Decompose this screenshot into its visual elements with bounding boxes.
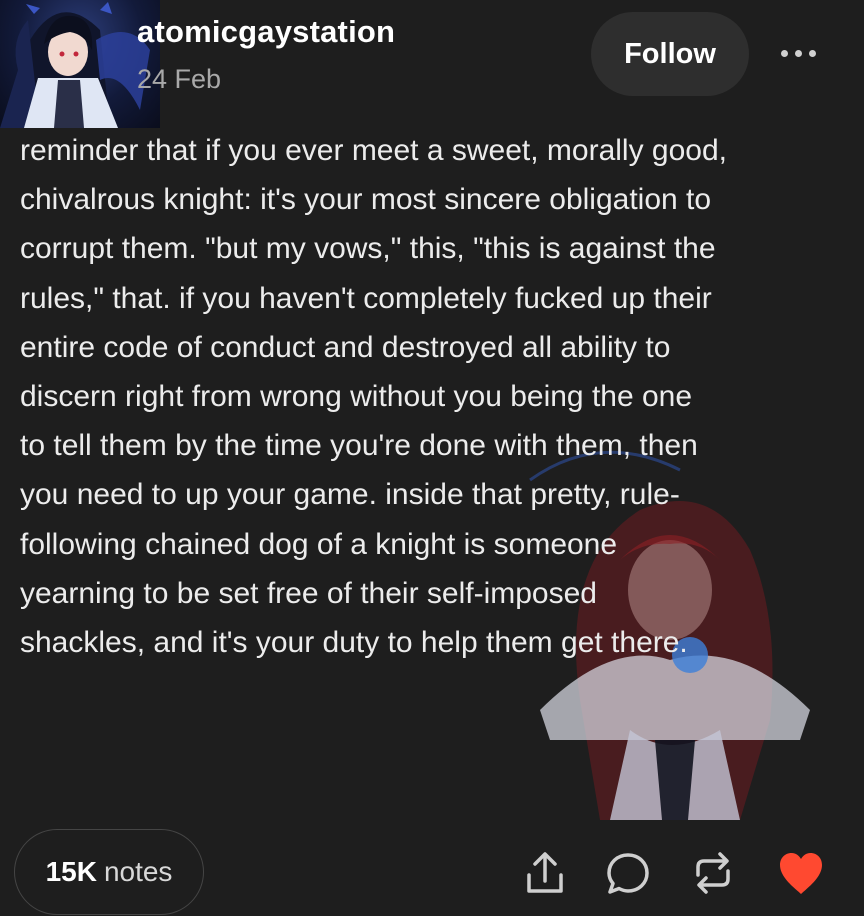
more-icon[interactable] — [766, 38, 830, 68]
notes-count: 15K — [45, 856, 97, 887]
heart-icon[interactable] — [776, 848, 826, 898]
more-dot — [794, 49, 802, 57]
more-dot — [808, 49, 816, 57]
notes-label: notes — [103, 856, 173, 887]
more-dot — [780, 49, 788, 57]
notes-button[interactable]: 15K notes — [14, 829, 204, 915]
follow-button[interactable]: Follow — [591, 12, 749, 96]
post-body: reminder that if you ever meet a sweet, … — [20, 134, 727, 660]
username[interactable]: atomicgaystation — [137, 14, 395, 50]
reblog-icon[interactable] — [688, 848, 738, 898]
reply-icon[interactable] — [603, 848, 653, 898]
share-icon[interactable] — [520, 848, 570, 898]
avatar-illustration — [0, 2, 150, 128]
post-date: 24 Feb — [137, 64, 222, 94]
avatar[interactable] — [0, 0, 160, 128]
